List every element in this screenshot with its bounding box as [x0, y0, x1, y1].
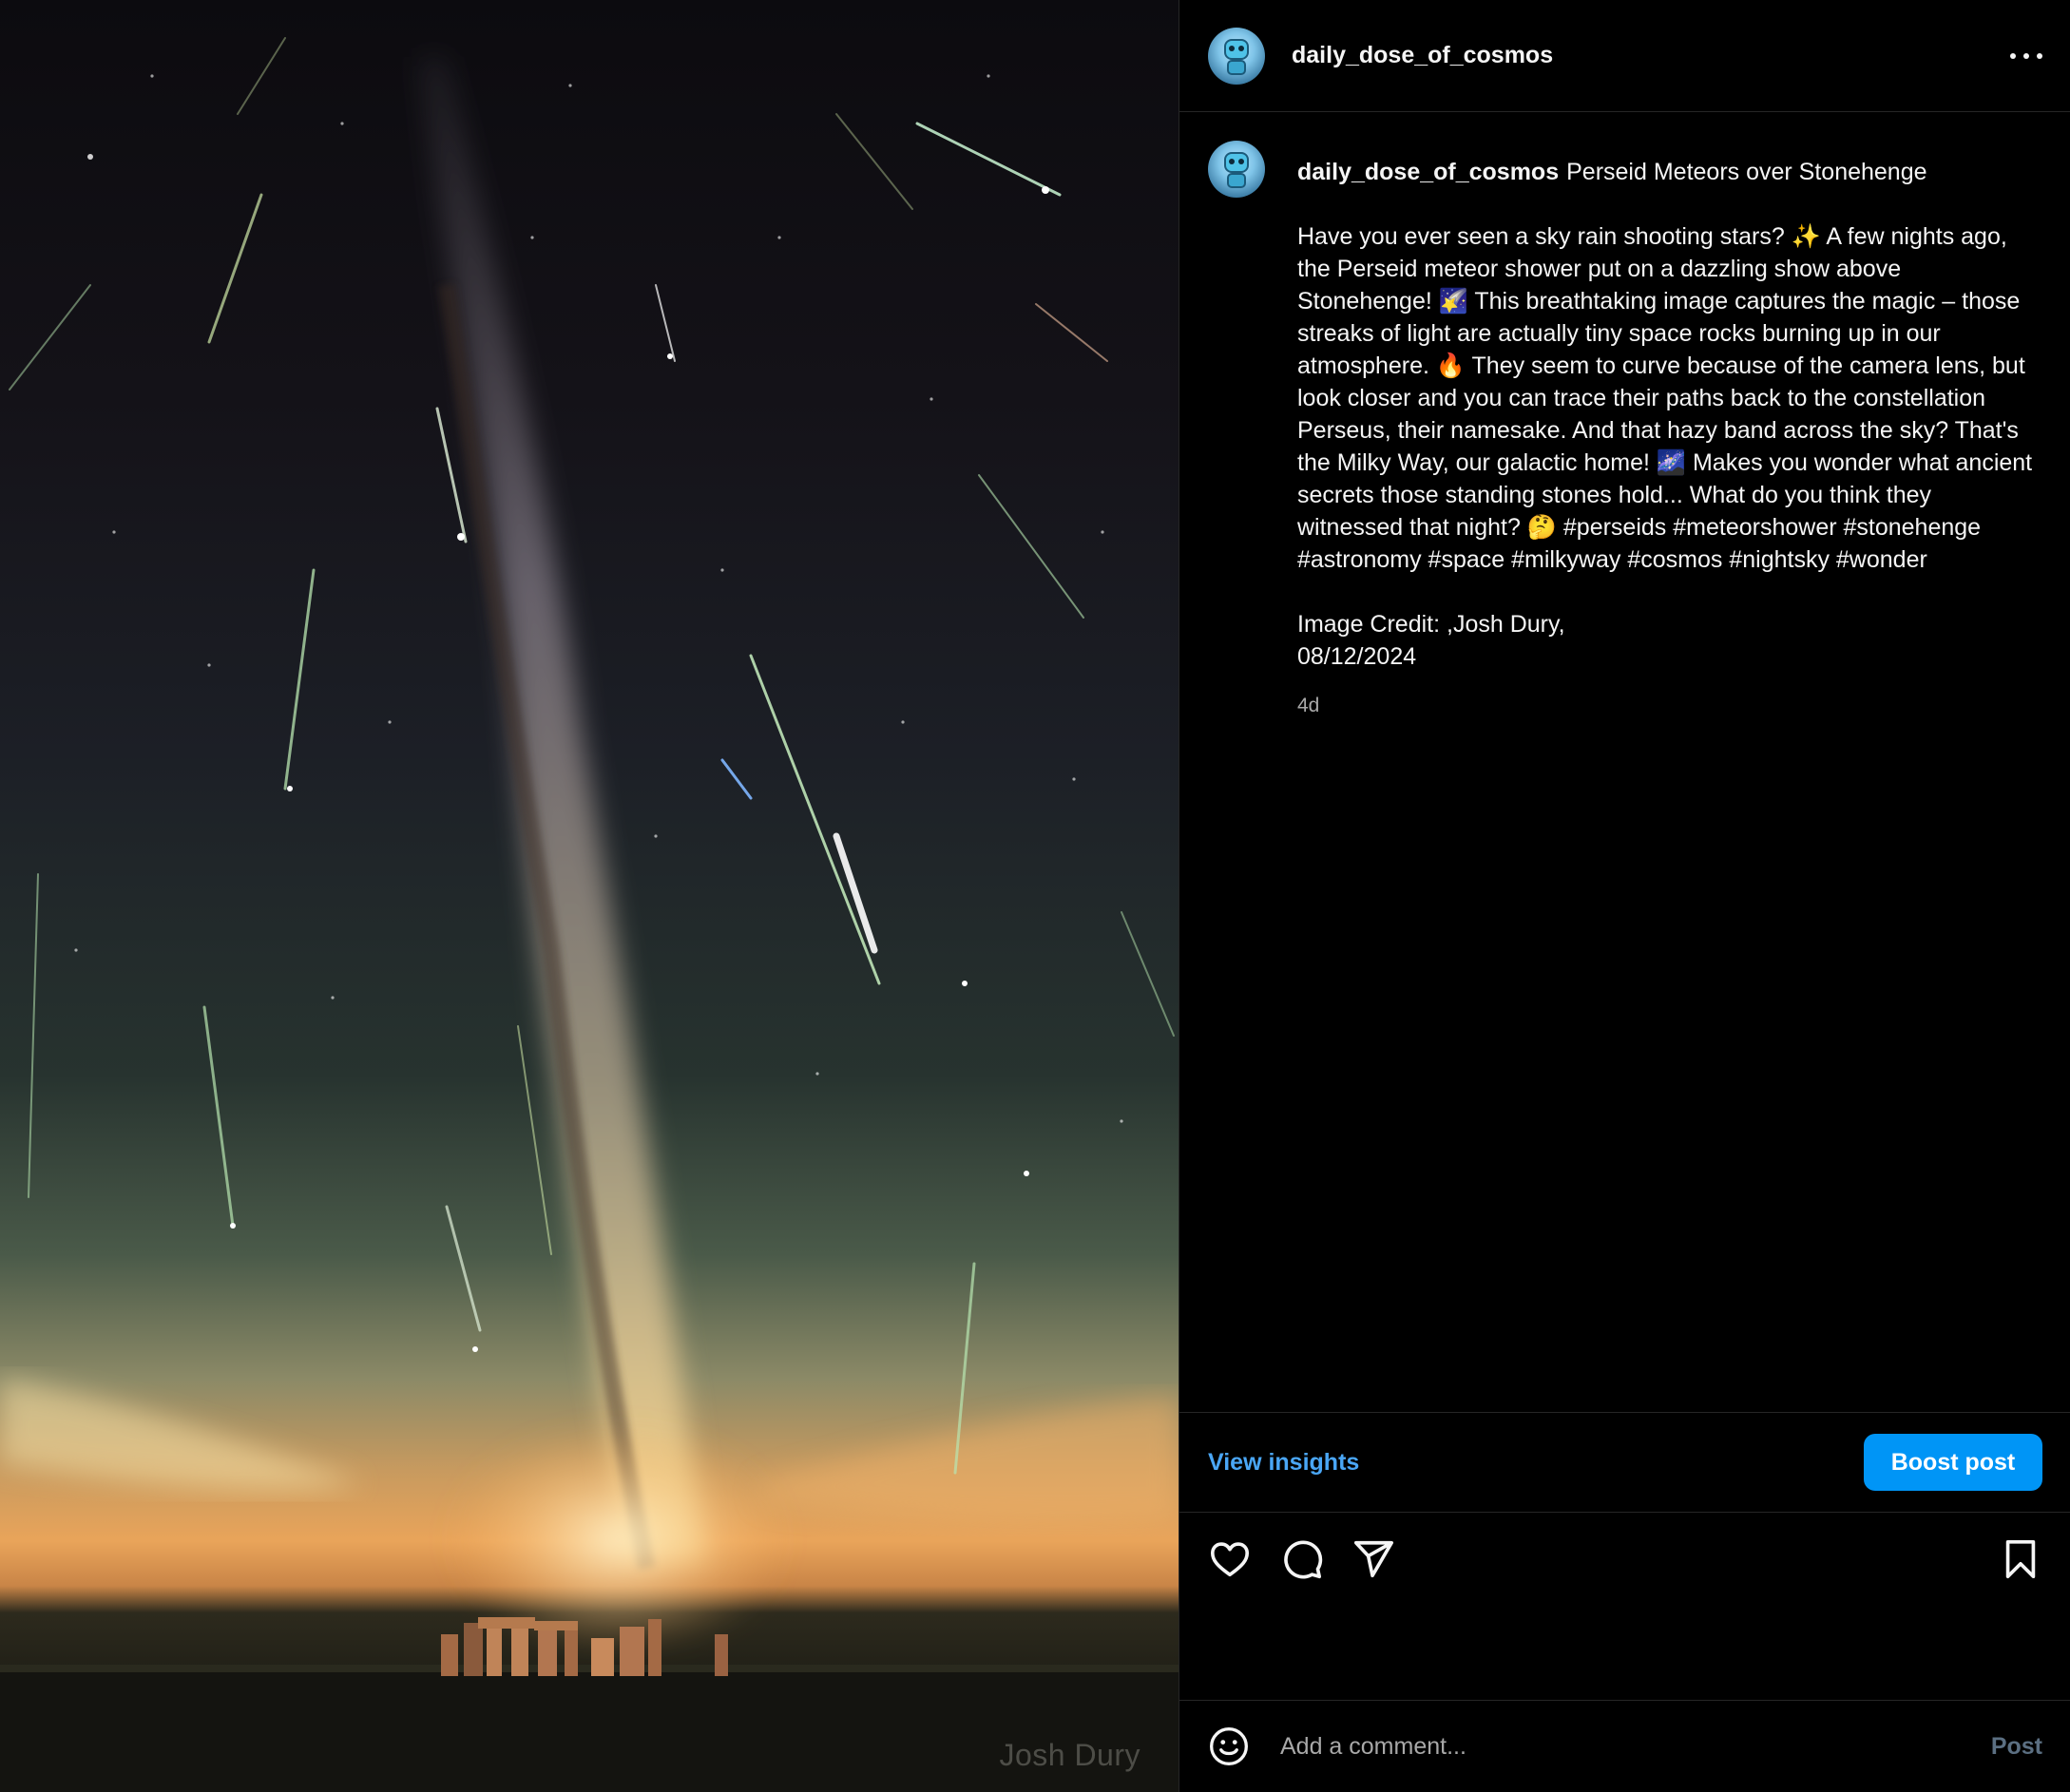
- bookmark-icon[interactable]: [1999, 1537, 2042, 1581]
- emoji-icon[interactable]: [1208, 1725, 1250, 1767]
- night-sky-illustration: [0, 37, 1179, 1792]
- post-timestamp[interactable]: 4d: [1297, 690, 2039, 722]
- post-side-panel: daily_dose_of_cosmos daily_dose_of_cosmo…: [1179, 0, 2070, 1792]
- more-options-icon[interactable]: [2010, 44, 2042, 68]
- caption-title: Perseid Meteors over Stonehenge: [1566, 159, 1927, 185]
- caption-credit-line1: Image Credit: ,Josh Dury,: [1297, 611, 1565, 638]
- robot-icon: [1224, 152, 1249, 173]
- avatar[interactable]: [1208, 27, 1265, 85]
- post-comment-button[interactable]: Post: [1991, 1733, 2042, 1761]
- header-username[interactable]: daily_dose_of_cosmos: [1292, 42, 1553, 69]
- caption-text: daily_dose_of_cosmos Perseid Meteors over…: [1297, 141, 2039, 722]
- share-icon[interactable]: [1351, 1537, 1395, 1581]
- insights-bar: View insights Boost post: [1179, 1412, 2070, 1513]
- comment-input[interactable]: [1280, 1732, 1991, 1761]
- caption-avatar[interactable]: [1208, 141, 1265, 198]
- heart-icon[interactable]: [1208, 1537, 1252, 1581]
- post-header: daily_dose_of_cosmos: [1179, 0, 2070, 112]
- caption-area: daily_dose_of_cosmos Perseid Meteors over…: [1179, 112, 2070, 1412]
- comment-bar: Post: [1179, 1701, 2070, 1792]
- photo-watermark: Josh Dury: [999, 1738, 1140, 1772]
- robot-icon: [1224, 38, 1249, 60]
- caption-credit-line2: 08/12/2024: [1297, 643, 1417, 670]
- actions-bar: [1179, 1513, 2070, 1701]
- boost-post-button[interactable]: Boost post: [1864, 1434, 2042, 1491]
- comment-icon[interactable]: [1280, 1537, 1324, 1581]
- post-photo[interactable]: Josh Dury: [0, 0, 1179, 1792]
- view-insights-link[interactable]: View insights: [1208, 1449, 1359, 1477]
- caption-body: Have you ever seen a sky rain shooting s…: [1297, 223, 2040, 573]
- caption-username[interactable]: daily_dose_of_cosmos: [1297, 159, 1559, 185]
